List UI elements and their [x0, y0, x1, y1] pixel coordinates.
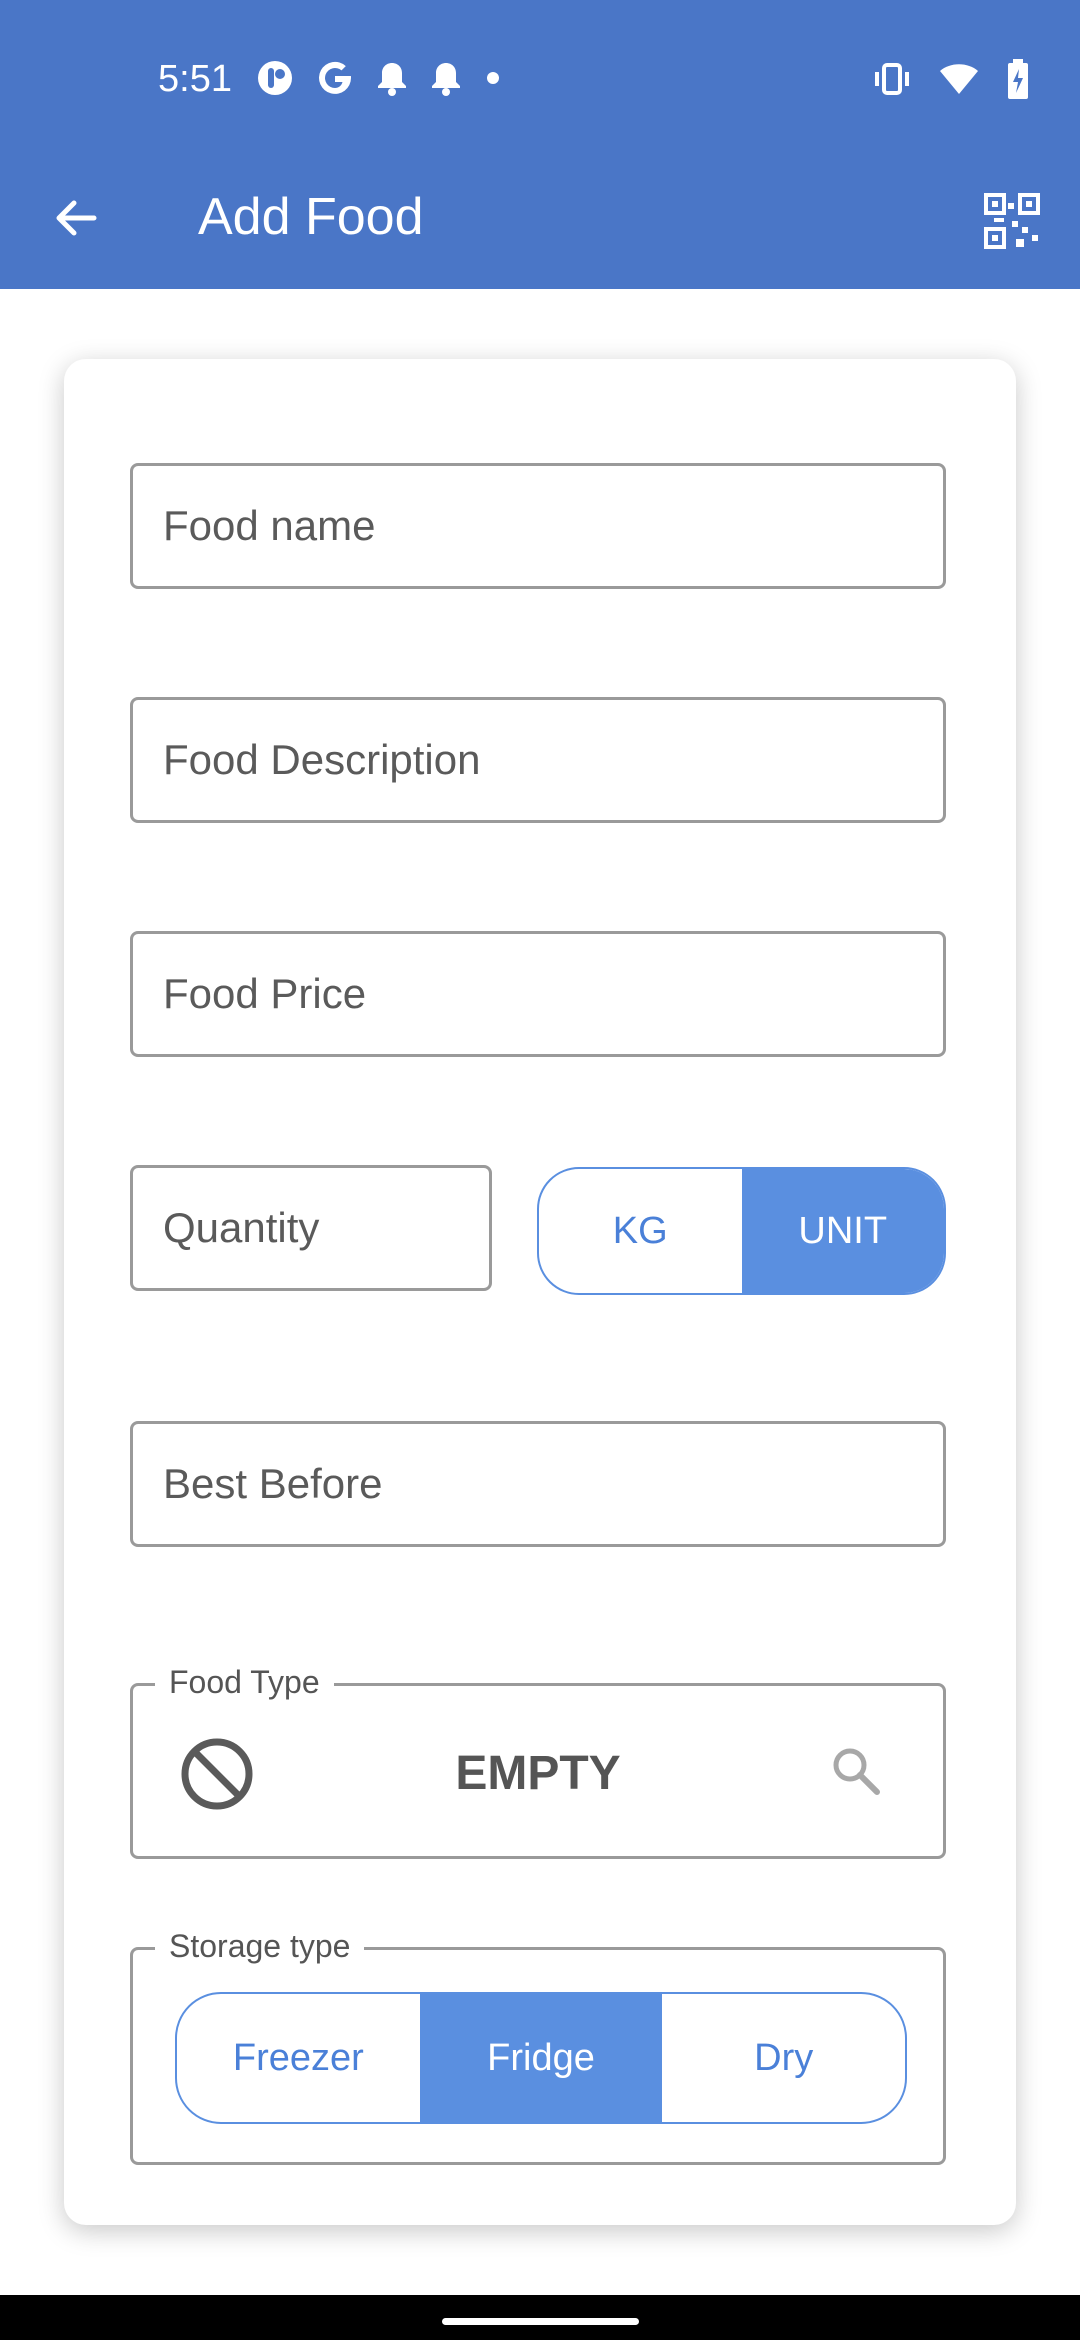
storage-type-toggle: Freezer Fridge Dry	[175, 1992, 907, 2124]
quantity-field[interactable]	[130, 1165, 492, 1291]
food-price-field[interactable]	[130, 931, 946, 1057]
page-title: Add Food	[198, 188, 424, 246]
food-description-field[interactable]	[130, 697, 946, 823]
search-icon[interactable]	[829, 1744, 883, 1803]
status-notification-icons	[255, 58, 503, 103]
unit-toggle: KG UNIT	[537, 1167, 946, 1295]
unit-option-kg[interactable]: KG	[539, 1169, 742, 1293]
best-before-input[interactable]	[133, 1459, 943, 1509]
bell-icon	[375, 59, 409, 102]
vibrate-icon	[872, 59, 912, 104]
storage-option-fridge[interactable]: Fridge	[419, 1994, 663, 2122]
home-gesture-handle[interactable]	[442, 2318, 639, 2325]
status-system-icons	[872, 58, 1030, 105]
system-navigation-bar	[0, 2295, 1080, 2340]
best-before-field[interactable]	[130, 1421, 946, 1547]
qr-scan-button[interactable]	[974, 185, 1050, 261]
add-food-form-card: KG UNIT Food Type EMPTY Storage type Fre…	[64, 359, 1016, 2225]
qr-code-scan-icon	[982, 191, 1042, 256]
food-type-group[interactable]: Food Type EMPTY	[130, 1664, 946, 1859]
storage-type-group: Storage type Freezer Fridge Dry	[130, 1928, 946, 2165]
battery-charging-icon	[1006, 58, 1030, 105]
status-bar: 5:51	[0, 0, 1080, 165]
app-icon	[255, 58, 295, 103]
storage-type-legend: Storage type	[155, 1928, 365, 1965]
storage-option-freezer[interactable]: Freezer	[177, 1994, 420, 2122]
status-time: 5:51	[158, 58, 232, 100]
food-type-value: EMPTY	[455, 1747, 621, 1800]
back-button[interactable]	[40, 185, 110, 255]
unit-option-unit[interactable]: UNIT	[741, 1169, 944, 1293]
dot-icon	[483, 68, 503, 93]
storage-option-dry[interactable]: Dry	[662, 1994, 905, 2122]
google-icon	[315, 58, 355, 103]
food-description-input[interactable]	[133, 735, 943, 785]
app-bar: Add Food	[0, 165, 1080, 289]
bell-icon	[429, 59, 463, 102]
food-name-field[interactable]	[130, 463, 946, 589]
wifi-icon	[938, 60, 980, 103]
food-name-input[interactable]	[133, 501, 943, 551]
arrow-left-icon	[50, 193, 100, 248]
quantity-input[interactable]	[133, 1203, 489, 1253]
food-price-input[interactable]	[133, 969, 943, 1019]
